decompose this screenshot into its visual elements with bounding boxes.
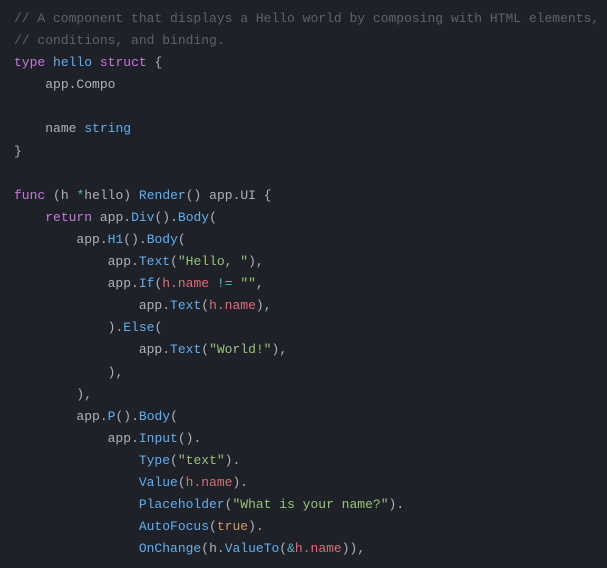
expr: h	[209, 541, 217, 556]
string: "text"	[178, 453, 225, 468]
method: Placeholder	[139, 497, 225, 512]
method: Text	[170, 298, 201, 313]
expr: h.name	[209, 298, 256, 313]
keyword-return: return	[45, 210, 92, 225]
keyword-type: type	[14, 55, 45, 70]
receiver: h	[61, 188, 69, 203]
method: If	[139, 276, 155, 291]
code-block: // A component that displays a Hello wor…	[0, 0, 607, 568]
paren: (	[186, 188, 194, 203]
method: ValueTo	[225, 541, 280, 556]
method: H1	[108, 232, 124, 247]
bool: true	[217, 519, 248, 534]
expr: h.name	[186, 475, 233, 490]
embedded-type: app.Compo	[45, 77, 115, 92]
paren: )	[194, 188, 202, 203]
method: Value	[139, 475, 178, 490]
receiver-type: hello	[84, 188, 123, 203]
method: Text	[139, 254, 170, 269]
brace: {	[264, 188, 272, 203]
string: "What is your name?"	[232, 497, 388, 512]
string: "World!"	[209, 342, 271, 357]
field-type: string	[84, 121, 131, 136]
keyword-func: func	[14, 188, 45, 203]
return-type: app.UI	[209, 188, 256, 203]
method: Text	[170, 342, 201, 357]
brace: }	[14, 144, 22, 159]
method: Div	[131, 210, 154, 225]
method: AutoFocus	[139, 519, 209, 534]
paren: )	[123, 188, 131, 203]
field-name: name	[45, 121, 76, 136]
method: Body	[147, 232, 178, 247]
brace: {	[154, 55, 162, 70]
operator: &	[287, 541, 295, 556]
method: Input	[139, 431, 178, 446]
comment-line: // conditions, and binding.	[14, 33, 225, 48]
method: Body	[139, 409, 170, 424]
method: Else	[123, 320, 154, 335]
operator: !=	[217, 276, 233, 291]
expr: h.name	[295, 541, 342, 556]
expr: h.name	[162, 276, 209, 291]
string: ""	[240, 276, 256, 291]
func-name: Render	[139, 188, 186, 203]
comment-line: // A component that displays a Hello wor…	[14, 11, 599, 26]
method: OnChange	[139, 541, 201, 556]
string: "Hello, "	[178, 254, 248, 269]
paren: (	[53, 188, 61, 203]
type-name: hello	[53, 55, 92, 70]
method: Body	[178, 210, 209, 225]
pkg: app	[100, 210, 123, 225]
keyword-struct: struct	[100, 55, 147, 70]
method: Type	[139, 453, 170, 468]
